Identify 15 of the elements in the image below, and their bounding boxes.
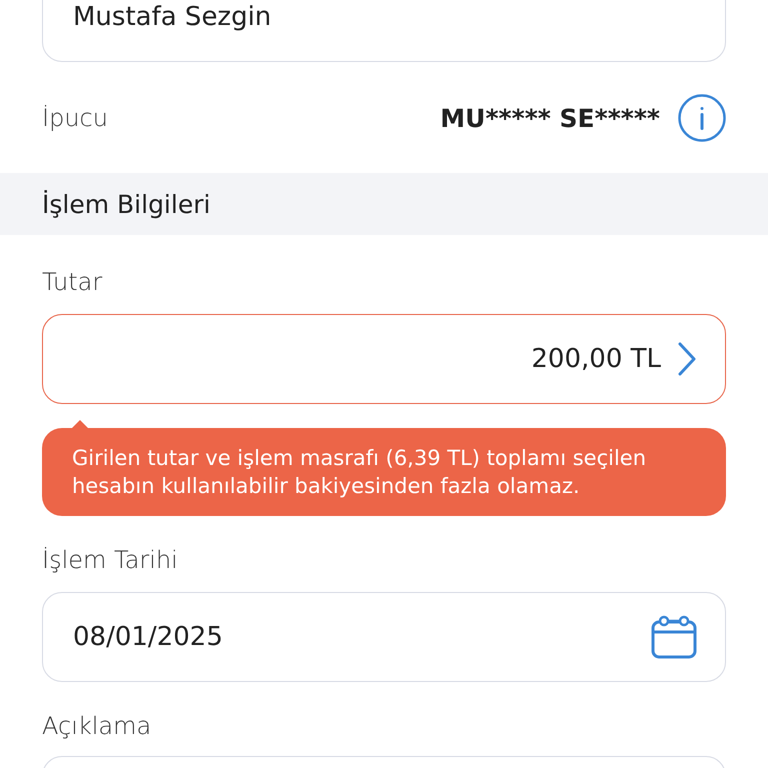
hint-label: İpucu bbox=[42, 104, 109, 132]
date-field[interactable]: 08/01/2025 bbox=[42, 592, 726, 682]
info-icon bbox=[678, 94, 726, 142]
calendar-button[interactable] bbox=[651, 615, 697, 659]
chevron-right-icon bbox=[677, 342, 697, 376]
info-button[interactable] bbox=[678, 94, 726, 142]
hint-value: MU***** SE***** bbox=[440, 104, 660, 132]
field-label: İşlem Tarihi bbox=[42, 545, 178, 576]
name-field[interactable]: Mustafa Sezgin bbox=[42, 0, 726, 62]
amount-field[interactable]: 200,00 TL bbox=[42, 314, 726, 404]
section-title: İşlem Bilgileri bbox=[42, 190, 210, 218]
error-tooltip: Girilen tutar ve işlem masrafı (6,39 TL) toplamı seçilen hesabın kullanılabilir bakiyesinden fazla olamaz. bbox=[42, 420, 726, 516]
field-label: Açıklama bbox=[42, 711, 152, 742]
field-label: Tutar bbox=[42, 267, 102, 298]
calendar-icon bbox=[651, 615, 697, 659]
